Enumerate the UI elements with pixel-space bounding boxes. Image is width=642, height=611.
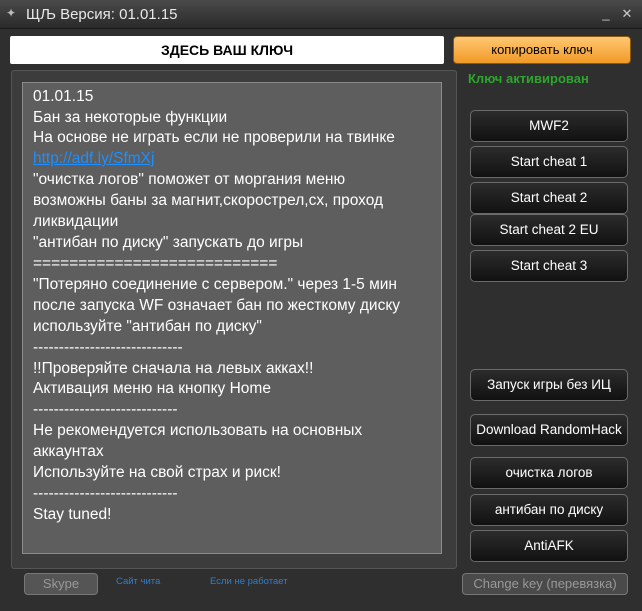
info-line: Активация меню на кнопку Home (33, 380, 271, 397)
mwf2-button[interactable]: MWF2 (470, 110, 628, 142)
antiafk-button[interactable]: AntiAFK (470, 530, 628, 562)
not-working-link[interactable]: Если не работает (210, 576, 288, 587)
app-icon: ✦ (6, 6, 17, 20)
skype-button[interactable]: Skype (24, 573, 98, 595)
key-status: Ключ активирован (468, 71, 589, 86)
info-separator: =========================== (33, 255, 278, 272)
key-placeholder: ЗДЕСЬ ВАШ КЛЮЧ (160, 42, 294, 58)
info-line: "антибан по диску" запускать до игры (33, 234, 304, 251)
start-cheat-2-button[interactable]: Start cheat 2 (470, 182, 628, 214)
download-randomhack-button[interactable]: Download RandomHack (470, 414, 628, 446)
launch-game-button[interactable]: Запуск игры без ИЦ (470, 369, 628, 401)
start-cheat-2-eu-button[interactable]: Start cheat 2 EU (470, 214, 628, 246)
info-line: "очистка логов" поможет от моргания меню (33, 171, 346, 188)
info-separator: ----------------------------- (33, 339, 183, 356)
title-bar: ✦ ЩЉ Версия: 01.01.15 _ ✕ (0, 0, 642, 29)
change-key-button[interactable]: Change key (перевязка) (462, 573, 628, 595)
info-line: используйте "антибан по диску" (33, 318, 262, 335)
info-line: !!Проверяйте сначала на левых акках!! (33, 360, 314, 377)
info-separator: ---------------------------- (33, 401, 178, 418)
info-line: аккаунтах (33, 443, 104, 460)
minimize-button[interactable]: _ (598, 6, 614, 22)
info-link[interactable]: http://adf.ly/SfmXj (33, 150, 154, 168)
key-field[interactable]: ЗДЕСЬ ВАШ КЛЮЧ (10, 36, 444, 64)
start-cheat-1-button[interactable]: Start cheat 1 (470, 146, 628, 178)
info-separator: ---------------------------- (33, 485, 178, 502)
cheat-site-link[interactable]: Сайт чита (116, 576, 160, 587)
info-line: Не рекомендуется использовать на основны… (33, 422, 363, 439)
app-window: ✦ ЩЉ Версия: 01.01.15 _ ✕ ЗДЕСЬ ВАШ КЛЮЧ… (0, 0, 642, 611)
info-line: 01.01.15 (33, 88, 94, 105)
info-line: Stay tuned! (33, 506, 112, 523)
antiban-disk-button[interactable]: антибан по диску (470, 494, 628, 526)
info-line: Используйте на свой страх и риск! (33, 464, 281, 481)
info-line: Бан за некоторые функции (33, 109, 228, 126)
copy-key-button[interactable]: копировать ключ (453, 36, 631, 64)
info-line: ликвидации (33, 213, 119, 230)
info-textarea[interactable]: 01.01.15 Бан за некоторые функции На осн… (22, 82, 442, 554)
info-line: "Потеряно соединение с сервером." через … (33, 276, 397, 293)
start-cheat-3-button[interactable]: Start cheat 3 (470, 250, 628, 282)
info-line: На основе не играть если не проверили на… (33, 129, 395, 146)
clear-logs-button[interactable]: очистка логов (470, 457, 628, 489)
info-line: после запуска WF означает бан по жестком… (33, 297, 401, 314)
window-title: ЩЉ Версия: 01.01.15 (26, 6, 178, 23)
info-line: возможны баны за магнит,скорострел,сх, п… (33, 192, 384, 209)
close-button[interactable]: ✕ (619, 6, 635, 22)
